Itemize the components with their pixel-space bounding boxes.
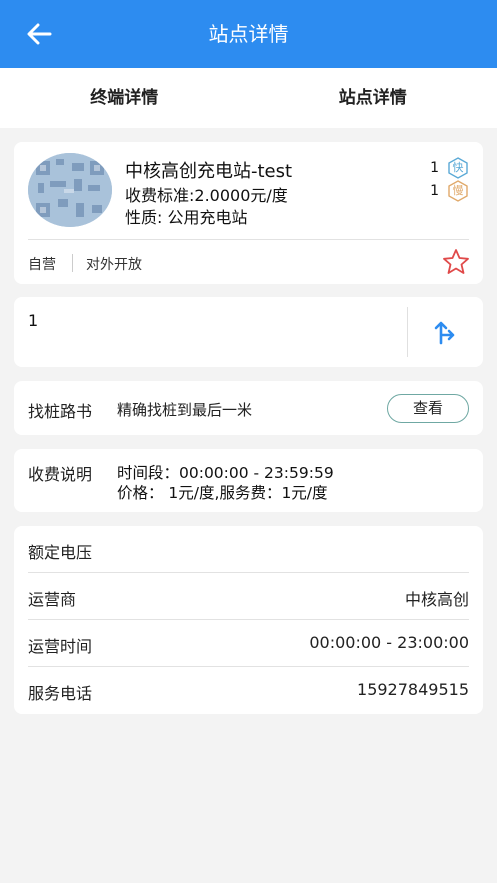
address-card: 1 — [14, 297, 483, 367]
info-key: 运营时间 — [28, 637, 93, 656]
info-key: 运营商 — [28, 590, 77, 609]
info-key: 服务电话 — [28, 684, 93, 703]
guide-card: 找桩路书 精确找桩到最后一米 查看 — [14, 381, 483, 435]
fast-label: 快 — [452, 161, 464, 174]
fee-time-range: 时间段：00:00:00 - 23:59:59 — [117, 464, 334, 482]
station-fee: 收费标准:2.0000元/度 — [125, 186, 288, 205]
divider — [28, 239, 469, 240]
station-image — [28, 153, 112, 227]
fast-charger-icon: 快 — [447, 157, 469, 179]
divider — [407, 307, 408, 357]
info-value: 00:00:00 - 23:00:00 — [309, 633, 469, 652]
info-row-hours: 运营时间 00:00:00 - 23:00:00 — [28, 620, 469, 667]
slow-charger-icon: 慢 — [447, 180, 469, 202]
info-row-voltage: 额定电压 — [28, 526, 469, 573]
fee-card: 收费说明 时间段：00:00:00 - 23:59:59 价格： 1元/度,服务… — [14, 449, 483, 512]
tag-self-operated: 自营 — [28, 257, 56, 273]
station-name: 中核高创充电站-test — [125, 161, 293, 182]
tab-station-details[interactable]: 站点详情 — [249, 68, 497, 128]
station-type: 性质: 公用充电站 — [125, 208, 248, 227]
fee-price: 价格： 1元/度,服务费：1元/度 — [117, 484, 328, 502]
info-card: 额定电压 运营商 中核高创 运营时间 00:00:00 - 23:00:00 服… — [14, 526, 483, 714]
top-bar: 站点详情 — [0, 0, 497, 68]
tab-terminal-details[interactable]: 终端详情 — [0, 68, 249, 128]
slow-label: 慢 — [452, 184, 464, 197]
info-key: 额定电压 — [28, 543, 93, 562]
star-icon — [443, 249, 469, 274]
station-card: 中核高创充电站-test 收费标准:2.0000元/度 性质: 公用充电站 1 … — [14, 142, 483, 284]
guide-label: 找桩路书 — [28, 402, 93, 421]
navigation-icon — [434, 321, 455, 345]
service-phone[interactable]: 15927849515 — [357, 680, 469, 699]
info-row-phone[interactable]: 服务电话 15927849515 — [28, 667, 469, 714]
navigation-button[interactable] — [419, 305, 473, 359]
page-title: 站点详情 — [208, 22, 289, 46]
slow-charger-count: 1 — [430, 183, 439, 199]
tag-separator — [72, 254, 73, 272]
tag-open-to-public: 对外开放 — [86, 257, 142, 273]
info-row-operator: 运营商 中核高创 — [28, 573, 469, 620]
fee-label: 收费说明 — [28, 465, 93, 484]
guide-description: 精确找桩到最后一米 — [117, 401, 253, 419]
view-guide-button[interactable]: 查看 — [387, 394, 469, 423]
tab-bar: 终端详情 站点详情 — [0, 68, 497, 128]
address-text: 1 — [28, 311, 39, 330]
info-value: 中核高创 — [404, 590, 469, 609]
fast-charger-count: 1 — [430, 160, 439, 176]
favorite-button[interactable] — [441, 247, 471, 277]
